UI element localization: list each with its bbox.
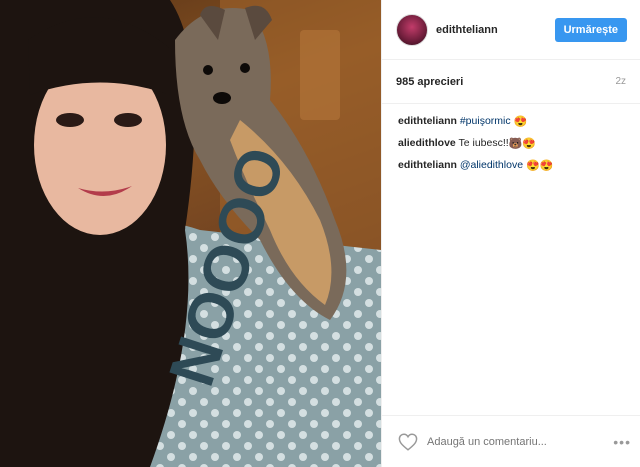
post-details-panel: edithteliann Urmărește 985 aprecieri 2z … <box>381 0 640 467</box>
likes-count[interactable]: 985 aprecieri <box>396 76 463 88</box>
comment-list: edithteliann #puişormic 😍 aliedithlove T… <box>382 104 640 176</box>
add-comment-input[interactable] <box>427 435 614 448</box>
selfie-with-dog-image: NOOOO <box>0 0 381 467</box>
comment-item: edithteliann @aliedithlove 😍😍 <box>398 154 626 176</box>
comment-bar: ••• <box>382 415 640 467</box>
comment-emoji: 😍 <box>513 116 528 128</box>
comment-username[interactable]: edithteliann <box>398 115 457 127</box>
comment-emoji: 🐻😍 <box>508 138 537 150</box>
post-header: edithteliann Urmărește <box>382 0 640 60</box>
post-author-username[interactable]: edithteliann <box>436 24 555 36</box>
comment-mention[interactable]: @aliedithlove <box>460 159 523 171</box>
post-stats: 985 aprecieri 2z <box>382 60 640 104</box>
comment-username[interactable]: aliedithlove <box>398 137 456 149</box>
post-photo[interactable]: NOOOO <box>0 0 381 467</box>
comment-item: edithteliann #puişormic 😍 <box>398 110 626 132</box>
comment-item: aliedithlove Te iubesc!!🐻😍 <box>398 132 626 154</box>
more-options-icon[interactable]: ••• <box>613 434 631 450</box>
comment-emoji: 😍😍 <box>525 160 554 172</box>
follow-button[interactable]: Urmărește <box>554 17 627 42</box>
comment-username[interactable]: edithteliann <box>398 159 457 171</box>
post-time[interactable]: 2z <box>615 76 626 87</box>
comment-text: Te iubesc!! <box>458 137 509 149</box>
heart-icon[interactable] <box>398 432 418 451</box>
avatar[interactable] <box>396 13 428 46</box>
comment-hashtag[interactable]: #puişormic <box>460 115 511 127</box>
